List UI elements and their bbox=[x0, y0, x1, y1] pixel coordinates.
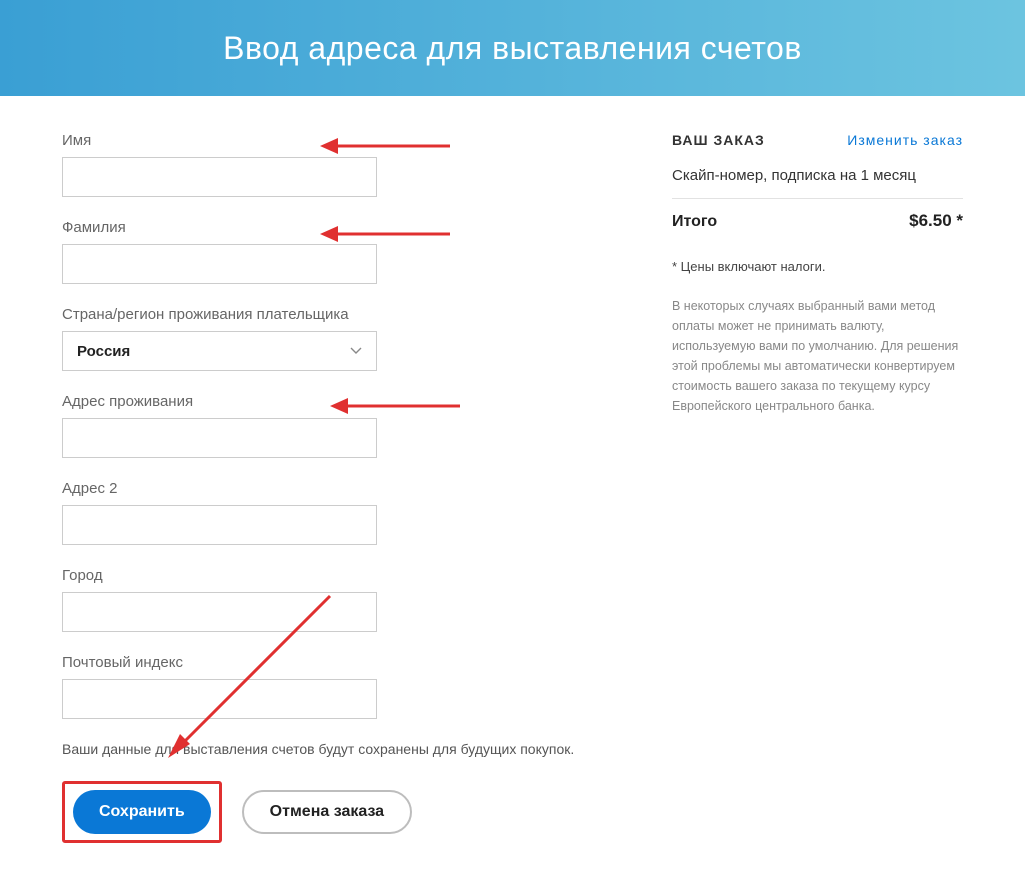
billing-form: Имя Фамилия Страна/регион проживания пла… bbox=[62, 132, 602, 843]
form-buttons: Сохранить Отмена заказа bbox=[62, 781, 602, 843]
address1-label: Адрес проживания bbox=[62, 393, 602, 410]
order-total-amount: $6.50 * bbox=[909, 211, 963, 231]
order-heading: ВАШ ЗАКАЗ bbox=[672, 132, 765, 148]
page-header: Ввод адреса для выставления счетов bbox=[0, 0, 1025, 96]
annotation-highlight: Сохранить bbox=[62, 781, 222, 843]
address2-input[interactable] bbox=[62, 505, 377, 545]
cancel-order-button[interactable]: Отмена заказа bbox=[242, 790, 412, 834]
content-area: Имя Фамилия Страна/регион проживания пла… bbox=[0, 96, 1025, 883]
field-city: Город bbox=[62, 567, 602, 632]
page-title: Ввод адреса для выставления счетов bbox=[223, 30, 802, 67]
last-name-label: Фамилия bbox=[62, 219, 602, 236]
order-item-line: Скайп-номер, подписка на 1 месяц bbox=[672, 167, 963, 184]
field-address2: Адрес 2 bbox=[62, 480, 602, 545]
save-button[interactable]: Сохранить bbox=[73, 790, 211, 834]
order-summary: ВАШ ЗАКАЗ Изменить заказ Скайп-номер, по… bbox=[642, 132, 963, 843]
order-summary-header: ВАШ ЗАКАЗ Изменить заказ bbox=[672, 132, 963, 149]
chevron-down-icon bbox=[350, 345, 362, 357]
order-total-label: Итого bbox=[672, 213, 717, 231]
edit-order-link[interactable]: Изменить заказ bbox=[847, 132, 963, 148]
country-label: Страна/регион проживания плательщика bbox=[62, 306, 602, 323]
field-postal: Почтовый индекс bbox=[62, 654, 602, 719]
order-total-row: Итого $6.50 * bbox=[672, 198, 963, 231]
field-last-name: Фамилия bbox=[62, 219, 602, 284]
city-label: Город bbox=[62, 567, 602, 584]
city-input[interactable] bbox=[62, 592, 377, 632]
currency-disclaimer: В некоторых случаях выбранный вами метод… bbox=[672, 296, 963, 416]
field-address1: Адрес проживания bbox=[62, 393, 602, 458]
field-country: Страна/регион проживания плательщика Рос… bbox=[62, 306, 602, 371]
last-name-input[interactable] bbox=[62, 244, 377, 284]
postal-label: Почтовый индекс bbox=[62, 654, 602, 671]
address2-label: Адрес 2 bbox=[62, 480, 602, 497]
country-select[interactable]: Россия bbox=[62, 331, 377, 371]
field-first-name: Имя bbox=[62, 132, 602, 197]
tax-note: * Цены включают налоги. bbox=[672, 259, 963, 274]
first-name-input[interactable] bbox=[62, 157, 377, 197]
country-selected-value: Россия bbox=[77, 343, 130, 360]
address1-input[interactable] bbox=[62, 418, 377, 458]
first-name-label: Имя bbox=[62, 132, 602, 149]
postal-input[interactable] bbox=[62, 679, 377, 719]
save-note: Ваши данные для выставления счетов будут… bbox=[62, 741, 602, 757]
